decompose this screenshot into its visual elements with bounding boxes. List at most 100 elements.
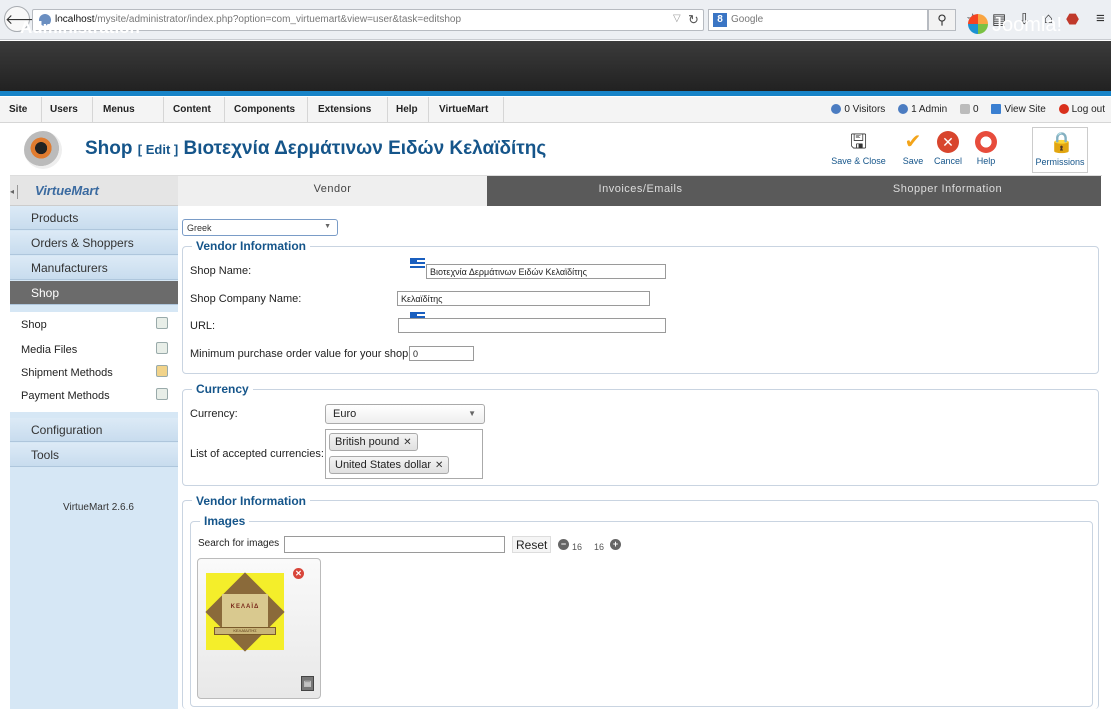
help-button[interactable]: Help bbox=[971, 127, 1001, 173]
sidebar-item-orders[interactable]: Orders & Shoppers bbox=[10, 231, 178, 255]
lifebuoy-icon bbox=[975, 131, 997, 153]
reset-button[interactable]: Reset bbox=[512, 536, 552, 553]
menu-users[interactable]: Users bbox=[50, 104, 78, 115]
menu-divider bbox=[41, 97, 42, 123]
menu-menus[interactable]: Menus bbox=[103, 104, 135, 115]
sidebar-item-configuration[interactable]: Configuration bbox=[10, 418, 178, 442]
sidebar-subitem-media-files[interactable]: Media Files bbox=[10, 342, 178, 356]
sidebar-item-products[interactable]: Products bbox=[10, 206, 178, 230]
delete-image-icon[interactable]: ✕ bbox=[293, 568, 304, 579]
search-bar[interactable]: 8 Google bbox=[708, 9, 928, 31]
currency-value: Euro bbox=[333, 408, 357, 420]
menu-extensions[interactable]: Extensions bbox=[318, 104, 371, 115]
accepted-currencies-label: List of accepted currencies: bbox=[190, 448, 324, 460]
menu-components[interactable]: Components bbox=[234, 104, 295, 115]
payment-icon bbox=[156, 388, 168, 400]
currency-select[interactable]: Euro ▼ bbox=[325, 404, 485, 424]
remove-icon[interactable]: ✕ bbox=[403, 437, 411, 448]
menu-divider bbox=[503, 97, 504, 123]
images-legend: Images bbox=[200, 514, 250, 528]
logo-ribbon: ΚΕΛΑΪΔΙΤΗΣ bbox=[214, 627, 276, 635]
tab-invoices-emails[interactable]: Invoices/Emails bbox=[487, 176, 794, 206]
chevron-down-icon: ▼ bbox=[468, 409, 476, 418]
sidebar-collapse-icon[interactable]: ◂ bbox=[10, 185, 18, 199]
reload-icon[interactable]: ↻ bbox=[688, 12, 699, 28]
sidebar-subitem-shop[interactable]: Shop bbox=[10, 317, 178, 331]
url-input[interactable] bbox=[398, 318, 666, 333]
edit-image-icon[interactable]: ▤ bbox=[301, 676, 314, 691]
save-close-icon: 🖫 bbox=[849, 131, 868, 153]
messages-count: 0 bbox=[972, 104, 979, 115]
company-name-input[interactable]: Κελαϊδίτης bbox=[397, 291, 650, 306]
vendor-info-legend-2: Vendor Information bbox=[192, 494, 311, 508]
visitors-icon bbox=[831, 104, 842, 114]
visitors-label: 0 Visitors bbox=[844, 104, 886, 115]
menu-divider bbox=[92, 97, 93, 123]
shop-icon bbox=[156, 317, 168, 329]
tab-shopper-information[interactable]: Shopper Information bbox=[794, 176, 1101, 206]
logo-text: ΚΕΛΑΪΔ bbox=[230, 604, 260, 610]
version-label: VirtueMart 2.6.6 bbox=[63, 502, 134, 513]
search-engine-name: Google bbox=[731, 14, 764, 25]
cancel-label: Cancel bbox=[933, 156, 962, 166]
sidebar-item-tools[interactable]: Tools bbox=[10, 443, 178, 467]
cancel-button[interactable]: ✕ Cancel bbox=[930, 127, 966, 173]
menu-divider bbox=[428, 97, 429, 123]
admin-icon bbox=[898, 104, 909, 114]
save-close-button[interactable]: 🖫 Save & Close bbox=[827, 127, 890, 173]
remove-icon[interactable]: ✕ bbox=[435, 460, 443, 471]
tab-bar: Vendor Invoices/Emails Shopper Informati… bbox=[178, 176, 1101, 206]
menu-virtuemart[interactable]: VirtueMart bbox=[439, 104, 488, 115]
currency-chip[interactable]: British pound ✕ bbox=[329, 433, 418, 451]
sidebar-item-manufacturers[interactable]: Manufacturers bbox=[10, 256, 178, 280]
next-page-icon[interactable]: + bbox=[610, 539, 621, 550]
menu-icon[interactable]: ≡ bbox=[1096, 10, 1105, 27]
messages-status[interactable]: 0 bbox=[959, 104, 979, 115]
subitem-label: Shop bbox=[21, 319, 47, 331]
currency-fieldset bbox=[182, 389, 1099, 486]
sidebar-subitem-shipment[interactable]: Shipment Methods bbox=[10, 365, 178, 379]
menu-help[interactable]: Help bbox=[396, 104, 418, 115]
subitem-label: Shipment Methods bbox=[21, 367, 113, 379]
menu-content[interactable]: Content bbox=[173, 104, 211, 115]
shop-name-input[interactable]: Βιοτεχνία Δερμάτινων Ειδών Κελαϊδίτης bbox=[426, 264, 666, 279]
admin-status[interactable]: 1 Admin bbox=[898, 104, 947, 115]
view-site-link[interactable]: View Site bbox=[991, 104, 1046, 115]
page-title-edit: [ Edit ] bbox=[137, 142, 179, 157]
menu-divider bbox=[224, 97, 225, 123]
permissions-button[interactable]: 🔒 Permissions bbox=[1032, 127, 1088, 173]
menu-divider bbox=[307, 97, 308, 123]
lock-icon: 🔒 bbox=[1049, 132, 1074, 154]
visitors-status[interactable]: 0 Visitors bbox=[831, 104, 885, 115]
chevron-down-icon: ▼ bbox=[324, 223, 331, 230]
search-icon[interactable]: ⚲ bbox=[928, 9, 956, 31]
save-button[interactable]: ✔ Save bbox=[898, 127, 928, 173]
previous-page-icon[interactable]: − bbox=[558, 539, 569, 550]
tab-vendor[interactable]: Vendor bbox=[178, 176, 487, 206]
min-order-input[interactable]: 0 bbox=[409, 346, 474, 361]
help-label: Help bbox=[976, 156, 996, 166]
menu-divider bbox=[163, 97, 164, 123]
adblock-icon[interactable]: ⬣ bbox=[1066, 10, 1079, 28]
currency-chip[interactable]: United States dollar ✕ bbox=[329, 456, 450, 474]
menu-site[interactable]: Site bbox=[9, 104, 27, 115]
subitem-label: Media Files bbox=[21, 344, 78, 356]
sidebar-item-shop[interactable]: Shop bbox=[10, 281, 178, 305]
vendor-info-legend: Vendor Information bbox=[192, 239, 311, 253]
save-label: Save bbox=[902, 156, 924, 166]
language-select[interactable]: Greek ▼ bbox=[182, 219, 338, 236]
google-icon[interactable]: 8 bbox=[713, 13, 727, 27]
admin-header bbox=[0, 41, 1111, 96]
logo-inner-shape bbox=[222, 594, 268, 630]
save-close-label: Save & Close bbox=[831, 156, 886, 166]
menu-divider bbox=[387, 97, 388, 123]
search-images-input[interactable] bbox=[284, 536, 505, 553]
sidebar-subitem-payment[interactable]: Payment Methods bbox=[10, 388, 178, 402]
logout-link[interactable]: Log out bbox=[1058, 104, 1105, 115]
view-site-icon bbox=[991, 104, 1002, 114]
page-title: Shop [ Edit ] Βιοτεχνία Δερμάτινων Ειδών… bbox=[85, 138, 546, 160]
history-dropdown-icon[interactable]: ▽ bbox=[673, 13, 681, 24]
page-title-main: Shop bbox=[85, 138, 133, 159]
accepted-currencies-multiselect[interactable]: British pound ✕ United States dollar ✕ bbox=[325, 429, 483, 479]
logout-label: Log out bbox=[1071, 104, 1105, 115]
